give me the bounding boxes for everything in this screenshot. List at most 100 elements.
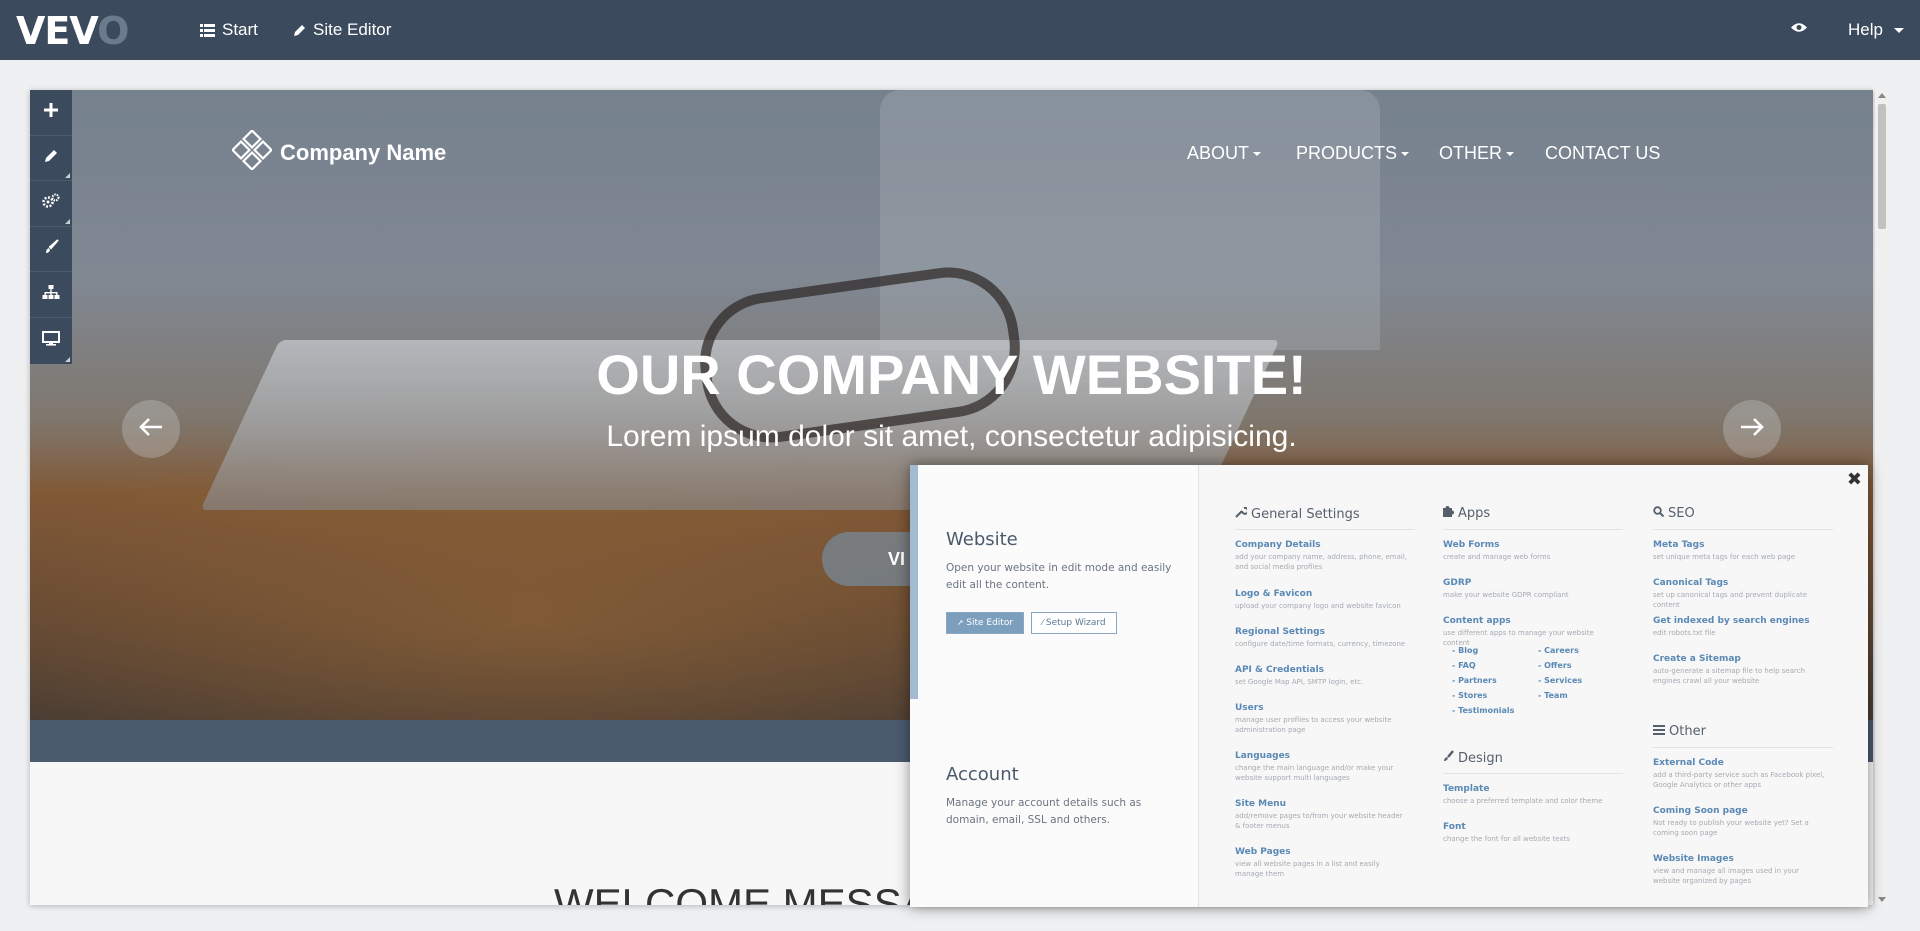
settings-panel: ✖ Website Open your website in edit mode… — [910, 465, 1868, 907]
seo-item-meta-tags[interactable]: Meta Tags set unique meta tags for each w… — [1653, 540, 1828, 562]
site-nav-about[interactable]: ABOUT — [1187, 143, 1262, 164]
scroll-up-arrow-icon[interactable] — [1878, 93, 1886, 98]
vevo-logo[interactable]: VEVO — [16, 9, 129, 53]
hero-subtitle: Lorem ipsum dolor sit amet, consectetur … — [606, 420, 1297, 453]
seo-heading-text: SEO — [1668, 506, 1695, 521]
content-app-blog[interactable]: - Blog — [1452, 646, 1478, 655]
site-nav-contact[interactable]: CONTACT US — [1545, 143, 1660, 164]
item-title: Canonical Tags — [1653, 578, 1729, 588]
start-nav-label: Start — [222, 20, 258, 39]
item-title: Web Pages — [1235, 847, 1291, 857]
preview-device-tool-button[interactable] — [30, 318, 72, 364]
apps-item-web-forms[interactable]: Web Forms create and manage web forms — [1443, 540, 1618, 562]
other-item-external-code[interactable]: External Code add a third-party service s… — [1653, 758, 1828, 790]
scroll-down-arrow-icon[interactable] — [1878, 897, 1886, 902]
divider — [1235, 529, 1415, 530]
help-menu[interactable]: Help — [1848, 20, 1904, 40]
item-desc: create and manage web forms — [1443, 553, 1551, 561]
other-item-website-images[interactable]: Website Images view and manage all images… — [1653, 854, 1828, 886]
add-tool-button[interactable] — [30, 90, 72, 136]
brush-icon — [44, 238, 59, 260]
setup-wizard-button-label: Setup Wizard — [1045, 618, 1106, 628]
apps-heading-text: Apps — [1458, 506, 1491, 521]
design-item-template[interactable]: Template choose a preferred template and … — [1443, 784, 1618, 806]
content-app-offers[interactable]: - Offers — [1538, 661, 1572, 670]
arrow-left-icon — [138, 417, 164, 442]
item-desc: configure date/time formats, currency, t… — [1235, 640, 1406, 648]
item-title: Font — [1443, 822, 1466, 832]
item-title: Languages — [1235, 751, 1291, 761]
seo-item-sitemap[interactable]: Create a Sitemap auto-generate a sitemap … — [1653, 654, 1828, 686]
settings-item-api[interactable]: API & Credentials set Google Map API, SMT… — [1235, 665, 1410, 687]
site-nav-about-label: ABOUT — [1187, 143, 1250, 163]
arrow-right-icon — [1739, 417, 1765, 442]
site-nav-other-label: OTHER — [1439, 143, 1502, 163]
item-title: Get indexed by search engines — [1653, 616, 1810, 626]
company-logo-icon — [230, 128, 274, 176]
item-title: Logo & Favicon — [1235, 589, 1313, 599]
seo-item-canonical-tags[interactable]: Canonical Tags set up canonical tags and … — [1653, 578, 1828, 610]
start-nav-link[interactable]: Start — [200, 20, 258, 40]
site-nav-other[interactable]: OTHER — [1439, 143, 1514, 164]
search-icon — [1653, 506, 1665, 521]
site-nav-products-label: PRODUCTS — [1296, 143, 1398, 163]
item-title: Meta Tags — [1653, 540, 1705, 550]
pencil-icon — [293, 24, 306, 37]
design-item-font[interactable]: Font change the font for all website text… — [1443, 822, 1618, 844]
seo-item-indexed[interactable]: Get indexed by search engines edit robots… — [1653, 616, 1828, 638]
content-app-partners[interactable]: - Partners — [1452, 676, 1497, 685]
settings-item-languages[interactable]: Languages change the main language and/or… — [1235, 751, 1410, 783]
settings-tool-button[interactable] — [30, 181, 72, 227]
page-scrollbar[interactable] — [1875, 90, 1889, 905]
apps-item-gdrp[interactable]: GDRP make your website GDPR compliant — [1443, 578, 1618, 600]
rocket-icon: ➚ — [957, 618, 967, 627]
slider-prev-button[interactable] — [122, 400, 180, 458]
settings-item-regional[interactable]: Regional Settings configure date/time for… — [1235, 627, 1410, 649]
setup-wizard-button[interactable]: ⁄ Setup Wizard — [1031, 612, 1117, 634]
preview-eye-button[interactable] — [1791, 22, 1807, 33]
sitemap-tool-button[interactable] — [30, 272, 72, 318]
settings-item-users[interactable]: Users manage user profiles to access your… — [1235, 703, 1410, 735]
other-item-coming-soon[interactable]: Coming Soon page Not ready to publish you… — [1653, 806, 1828, 838]
content-app-stores[interactable]: - Stores — [1452, 691, 1487, 700]
content-app-testimonials[interactable]: - Testimonials — [1452, 706, 1514, 715]
item-desc: set unique meta tags for each web page — [1653, 553, 1796, 561]
apps-item-content-apps[interactable]: Content apps use different apps to manage… — [1443, 616, 1618, 648]
item-title: Regional Settings — [1235, 627, 1325, 637]
content-app-services[interactable]: - Services — [1538, 676, 1582, 685]
settings-item-logo-favicon[interactable]: Logo & Favicon upload your company logo a… — [1235, 589, 1410, 611]
slider-next-button[interactable] — [1723, 400, 1781, 458]
settings-item-company-details[interactable]: Company Details add your company name, ad… — [1235, 540, 1410, 572]
item-desc: Not ready to publish your website yet? S… — [1653, 819, 1809, 837]
site-editor-nav-link[interactable]: Site Editor — [293, 20, 391, 40]
sitemap-icon — [42, 284, 60, 305]
site-editor-button[interactable]: ➚ Site Editor — [946, 612, 1025, 634]
item-desc: change the font for all website texts — [1443, 835, 1570, 843]
close-icon[interactable]: ✖ — [1847, 469, 1862, 490]
site-brand[interactable]: Company Name — [230, 128, 446, 176]
list-icon — [200, 23, 215, 37]
item-desc: use different apps to manage your websit… — [1443, 629, 1594, 647]
item-title: Users — [1235, 703, 1264, 713]
content-app-team[interactable]: - Team — [1538, 691, 1568, 700]
divider — [1653, 747, 1833, 748]
site-nav-products[interactable]: PRODUCTS — [1296, 143, 1410, 164]
item-desc: add a third-party service such as Facebo… — [1653, 771, 1825, 789]
caret-down-icon — [1401, 152, 1410, 157]
settings-item-web-pages[interactable]: Web Pages view all website pages in a lis… — [1235, 847, 1410, 879]
divider — [1443, 529, 1623, 530]
item-desc: view all website pages in a list and eas… — [1235, 860, 1380, 878]
welcome-heading-text: WELCOME MESSA — [554, 880, 930, 905]
site-editor-nav-label: Site Editor — [313, 20, 392, 39]
settings-item-site-menu[interactable]: Site Menu add/remove pages to/from your w… — [1235, 799, 1410, 831]
design-tool-button[interactable] — [30, 227, 72, 273]
content-app-careers[interactable]: - Careers — [1538, 646, 1579, 655]
scrollbar-thumb[interactable] — [1878, 104, 1886, 229]
panel-active-indicator — [910, 465, 918, 699]
item-desc: make your website GDPR compliant — [1443, 591, 1569, 599]
edit-tool-button[interactable] — [30, 136, 72, 182]
item-title: API & Credentials — [1235, 665, 1325, 675]
content-app-faq[interactable]: - FAQ — [1452, 661, 1476, 670]
caret-down-icon — [1506, 152, 1514, 157]
list-icon — [1653, 724, 1665, 739]
